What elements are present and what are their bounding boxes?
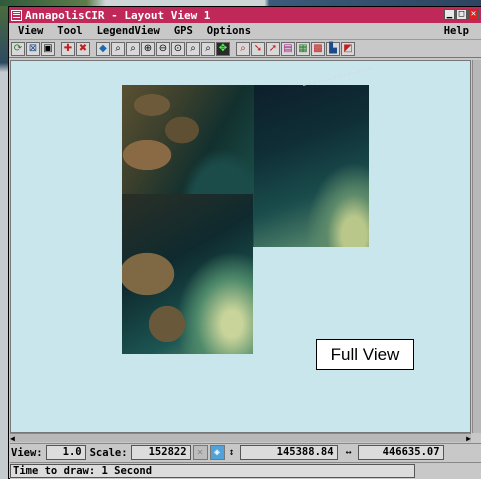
color-icon[interactable]: ▩ [311, 41, 325, 56]
zoom-next-icon[interactable]: ⌕ [201, 41, 215, 56]
menu-tool[interactable]: Tool [57, 25, 82, 37]
horizontal-scrollbar[interactable]: ◀ ▶ [10, 433, 471, 443]
select-icon[interactable]: ✥ [216, 41, 230, 56]
pan-icon[interactable]: ◆ [96, 41, 110, 56]
window-controls: ▁ □ ✕ [444, 9, 479, 20]
redraw-icon[interactable]: ⟳ [11, 41, 25, 56]
view-field[interactable]: 1.0 [45, 445, 86, 460]
maximize-icon[interactable]: □ [456, 9, 467, 20]
image-tile-northeast [254, 85, 369, 247]
pointer-icon[interactable]: ➘ [251, 41, 265, 56]
scroll-right-icon[interactable]: ▶ [466, 434, 471, 443]
zoom-out-icon[interactable]: ⊖ [156, 41, 170, 56]
lock-scale-icon[interactable]: ✕ [192, 445, 208, 460]
scroll-left-icon[interactable]: ◀ [10, 434, 15, 443]
zoom-in-icon[interactable]: ⊕ [141, 41, 155, 56]
frame-icon[interactable]: ▣ [41, 41, 55, 56]
scale-label: Scale: [89, 446, 128, 459]
legend-icon[interactable]: ▤ [281, 41, 295, 56]
view-label: View: [11, 446, 43, 459]
horizontal-arrows-icon: ↔ [345, 447, 352, 458]
edit-icon[interactable]: ➚ [266, 41, 280, 56]
updown-icon[interactable]: ↕ [227, 445, 237, 460]
image-tile-south [122, 194, 253, 354]
status-message: Time to draw: 1 Second [10, 464, 415, 478]
layer-controls-icon[interactable]: ▦ [296, 41, 310, 56]
menu-help[interactable]: Help [444, 25, 469, 37]
add-layer-icon[interactable]: ✚ [61, 41, 75, 56]
window-title: AnnapolisCIR - Layout View 1 [25, 8, 211, 22]
zoom-previous-icon[interactable]: ⌕ [186, 41, 200, 56]
menu-gps[interactable]: GPS [174, 25, 193, 37]
map-canvas[interactable]: Full View [10, 60, 471, 433]
x-coordinate-field: 145388.84 [239, 445, 338, 460]
inspect-icon[interactable]: ⌕ [236, 41, 250, 56]
gps-icon[interactable]: ◩ [341, 41, 355, 56]
menu-view[interactable]: View [18, 25, 43, 37]
menu-options[interactable]: Options [207, 25, 251, 37]
message-bar: Time to draw: 1 Second [10, 462, 481, 479]
menu-bar: View Tool LegendView GPS Options Help [9, 23, 481, 40]
title-bar[interactable]: AnnapolisCIR - Layout View 1 ▁ □ ✕ [9, 7, 481, 23]
full-extent-icon[interactable]: ⊠ [26, 41, 40, 56]
gps-position-icon[interactable]: ◈ [209, 445, 225, 460]
window-menu-icon[interactable] [11, 9, 22, 21]
scale-field[interactable]: 152822 [130, 445, 191, 460]
remove-layer-icon[interactable]: ✖ [76, 41, 90, 56]
menu-legendview[interactable]: LegendView [97, 25, 160, 37]
zoom-1x-icon[interactable]: ⊙ [171, 41, 185, 56]
full-view-label: Full View [316, 339, 414, 370]
zoom-region-icon[interactable]: ⌕ [126, 41, 140, 56]
status-bar: View: 1.0 Scale: 152822 ✕ ◈ ↕ 145388.84 … [10, 443, 481, 461]
zoom-box-icon[interactable]: ⌕ [111, 41, 125, 56]
minimize-icon[interactable]: ▁ [444, 9, 455, 20]
y-coordinate-field: 446635.07 [357, 445, 444, 460]
group-icon[interactable]: ▙ [326, 41, 340, 56]
toolbar: ⟳ ⊠ ▣ ✚ ✖ ◆ ⌕ ⌕ ⊕ ⊖ ⊙ ⌕ ⌕ ✥ ⌕ ➘ ➚ ▤ ▦ ▩ … [9, 40, 481, 58]
layout-view-window: AnnapolisCIR - Layout View 1 ▁ □ ✕ View … [8, 6, 481, 479]
close-icon[interactable]: ✕ [468, 9, 479, 20]
vertical-scrollbar[interactable] [472, 60, 481, 433]
